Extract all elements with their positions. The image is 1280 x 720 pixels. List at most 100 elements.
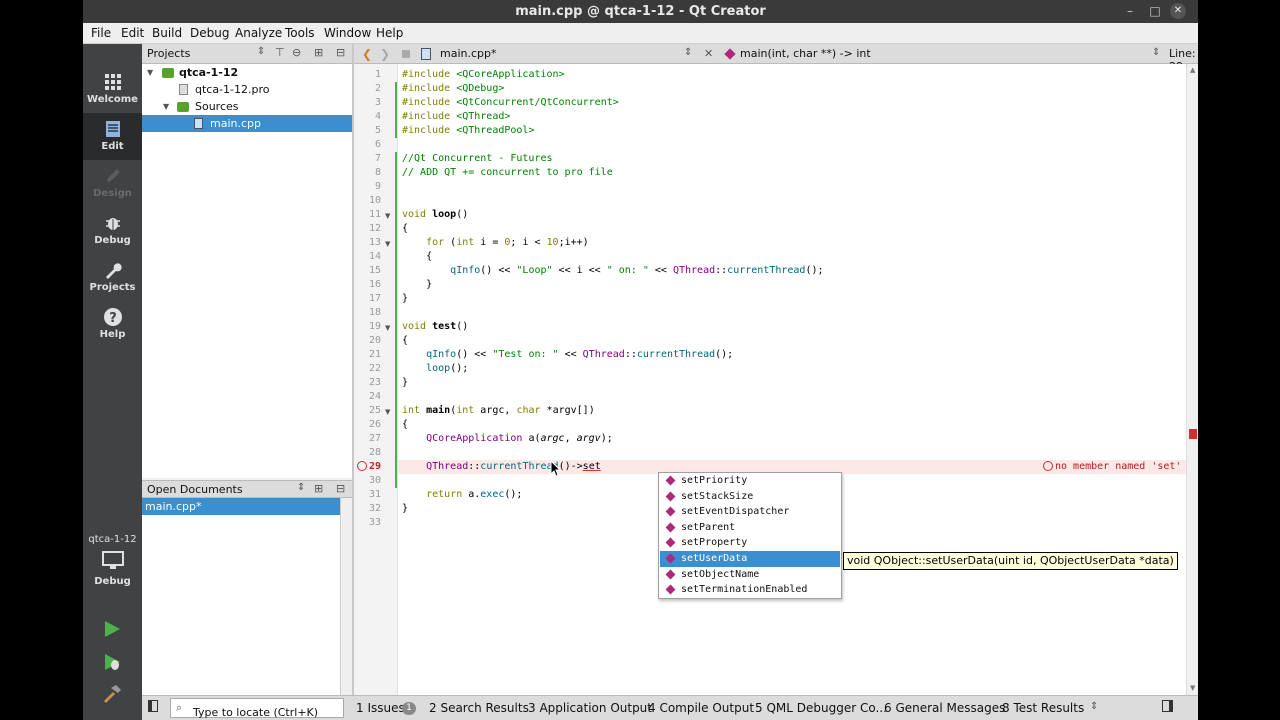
- menu-window[interactable]: Window: [324, 26, 371, 40]
- line-number: 14: [368, 251, 381, 262]
- tab-issues[interactable]: 1 Issues: [356, 701, 405, 715]
- close-panel-icon[interactable]: ⊟: [336, 46, 345, 59]
- menu-debug[interactable]: Debug: [190, 26, 229, 40]
- inline-error-message: no member named 'set' in 'QThread': [1055, 461, 1186, 472]
- toggle-sidebar-icon[interactable]: [148, 700, 158, 712]
- fold-arrow-icon[interactable]: ▼: [385, 324, 390, 332]
- tree-item-label: qtca-1-12: [179, 66, 239, 79]
- code-line: void test(): [402, 321, 469, 332]
- locator-input[interactable]: ⌕ Type to locate (Ctrl+K): [170, 698, 344, 719]
- line-number: 16: [368, 279, 381, 290]
- scroll-down-icon[interactable]: ▼: [1190, 684, 1195, 692]
- completion-item[interactable]: setTerminationEnabled: [660, 582, 840, 598]
- file-dropdown-arrow-icon[interactable]: ⇕: [684, 47, 692, 58]
- completion-item-selected[interactable]: setUserData: [660, 551, 840, 567]
- code-line: }: [402, 377, 409, 388]
- line-number: 5: [374, 125, 381, 136]
- back-icon[interactable]: ❮: [362, 47, 372, 61]
- mode-help[interactable]: ? Help: [83, 301, 142, 348]
- menu-edit[interactable]: Edit: [121, 26, 144, 40]
- symbol-dropdown-arrow-icon[interactable]: ⇕: [1152, 47, 1160, 58]
- fold-arrow-icon[interactable]: ▼: [385, 212, 390, 220]
- tab-test-results[interactable]: 8 Test Results: [1002, 701, 1084, 715]
- menu-build[interactable]: Build: [152, 26, 182, 40]
- link-icon[interactable]: ⊖: [292, 46, 301, 59]
- error-icon: [1043, 461, 1053, 471]
- split-icon[interactable]: ⊞: [314, 46, 323, 59]
- window-title: main.cpp @ qtca-1-12 - Qt Creator: [515, 4, 766, 19]
- line-number: 23: [368, 377, 381, 388]
- line-number: 30: [368, 475, 381, 486]
- menu-file[interactable]: File: [91, 26, 111, 40]
- fold-arrow-icon[interactable]: ▼: [385, 240, 390, 248]
- cpp-file-icon: [421, 48, 431, 60]
- mode-label: Projects: [89, 282, 136, 293]
- tab-general-messages[interactable]: 6 General Messages: [884, 701, 1005, 715]
- minimize-button[interactable]: –: [1118, 0, 1142, 23]
- tree-item-main-cpp[interactable]: main.cpp: [142, 115, 352, 132]
- line-number-gutter: 1 2 3 4 5 6 7 8 9 10 11 12 13 14 15 16 1…: [354, 64, 398, 695]
- menu-analyze[interactable]: Analyze: [235, 26, 282, 40]
- toggle-output-pane-icon[interactable]: [1162, 700, 1173, 712]
- mode-label: Edit: [101, 141, 124, 152]
- tree-item-sources[interactable]: ▼ Sources: [142, 98, 352, 115]
- build-hammer-icon[interactable]: [102, 684, 122, 704]
- completion-item[interactable]: setParent: [660, 520, 840, 536]
- filter-icon[interactable]: ⊤: [275, 46, 285, 59]
- run-icon[interactable]: [102, 619, 122, 639]
- mode-projects[interactable]: Projects: [83, 254, 142, 301]
- kit-config: Debug: [94, 576, 131, 587]
- open-documents-scrollbar[interactable]: [340, 498, 352, 695]
- mode-design[interactable]: Design: [83, 160, 142, 207]
- mode-debug[interactable]: Debug: [83, 207, 142, 254]
- completion-item[interactable]: setPriority: [660, 473, 840, 489]
- tree-item-pro-file[interactable]: qtca-1-12.pro: [142, 81, 352, 98]
- expand-arrow-icon[interactable]: ▼: [163, 98, 169, 115]
- split-icon[interactable]: ⊞: [314, 482, 323, 495]
- scroll-up-icon[interactable]: ▲: [1190, 66, 1195, 74]
- tab-compile-output[interactable]: 4 Compile Output: [648, 701, 754, 715]
- projects-panel-header: Projects ⇕ ⊤ ⊖ ⊞ ⊟: [142, 44, 352, 64]
- sort-arrows-icon[interactable]: ⇕: [297, 482, 305, 493]
- tab-application-output[interactable]: 3 Application Output: [528, 701, 652, 715]
- completion-item[interactable]: setStackSize: [660, 489, 840, 505]
- open-document-item[interactable]: main.cpp*: [142, 498, 340, 515]
- menu-help[interactable]: Help: [376, 26, 403, 40]
- change-marker: [395, 82, 397, 138]
- mode-edit[interactable]: Edit: [83, 113, 142, 160]
- more-tabs-arrow-icon[interactable]: ⇕: [1090, 701, 1098, 712]
- completion-item[interactable]: setProperty: [660, 535, 840, 551]
- open-documents-header: Open Documents ⇕ ⊞ ⊟: [142, 480, 352, 498]
- tab-search-results[interactable]: 2 Search Results: [429, 701, 529, 715]
- completion-item[interactable]: setEventDispatcher: [660, 504, 840, 520]
- forward-icon[interactable]: ❯: [380, 47, 390, 61]
- mode-welcome[interactable]: Welcome: [83, 66, 142, 113]
- line-number: 20: [368, 335, 381, 346]
- title-bar: main.cpp @ qtca-1-12 - Qt Creator – □ ✕: [83, 0, 1198, 23]
- editor-scrollbar[interactable]: ▲ ▼: [1186, 64, 1198, 695]
- tree-item-project[interactable]: ▼ qtca-1-12: [142, 64, 352, 81]
- maximize-button[interactable]: □: [1143, 0, 1167, 23]
- line-number: 1: [374, 69, 381, 80]
- menu-tools[interactable]: Tools: [285, 26, 315, 40]
- line-number: 31: [368, 489, 381, 500]
- change-marker: [395, 152, 397, 488]
- code-line: #include <QThread>: [402, 111, 511, 122]
- close-button[interactable]: ✕: [1170, 3, 1186, 19]
- completion-item[interactable]: setObjectName: [660, 567, 840, 583]
- close-panel-icon[interactable]: ⊟: [336, 482, 345, 495]
- current-file-dropdown[interactable]: main.cpp*: [440, 47, 497, 60]
- completion-item-label: setUserData: [681, 553, 748, 564]
- tab-qml-debugger[interactable]: 5 QML Debugger Co...: [755, 701, 887, 715]
- method-icon: [665, 569, 676, 580]
- code-editor[interactable]: #include <QCoreApplication> #include <QD…: [398, 64, 1186, 695]
- kit-selector[interactable]: qtca-1-12 Debug: [83, 534, 142, 587]
- sort-arrows-icon[interactable]: ⇕: [257, 46, 265, 57]
- debug-run-icon[interactable]: [102, 652, 122, 672]
- fold-arrow-icon[interactable]: ▼: [385, 408, 390, 416]
- expand-arrow-icon[interactable]: ▼: [147, 64, 153, 81]
- line-number: 3: [374, 97, 381, 108]
- close-file-icon[interactable]: ✕: [704, 47, 713, 60]
- symbol-dropdown[interactable]: main(int, char **) -> int: [740, 47, 871, 60]
- file-icon: [179, 84, 188, 95]
